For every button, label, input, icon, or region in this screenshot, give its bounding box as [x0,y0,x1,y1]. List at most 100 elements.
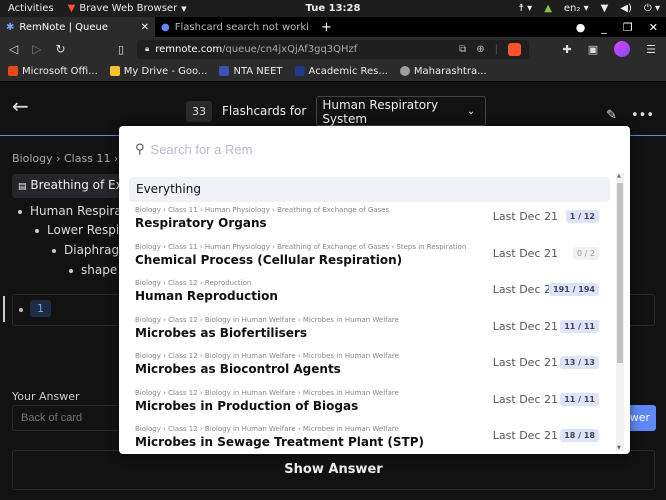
chevron-down-icon: ⌄ [466,106,476,117]
bookmark-label: Academic Res... [308,65,388,77]
card-count: 33 [186,100,212,122]
app-name: Brave Web Browser [79,3,178,14]
scroll-down-icon[interactable]: ▼ [617,445,621,451]
tab-remnote-queue[interactable]: ✱ RemNote | Queue ✕ [0,17,155,37]
tab-search-icon[interactable]: ● [576,21,586,34]
network-icon[interactable]: ▼ [601,3,609,14]
close-window-icon[interactable]: ✕ [649,21,658,34]
url-field[interactable]: 🔒︎ remnote.com/queue/cn4jxQjAf3gq3QHzf ⧉… [137,39,529,59]
bookmark-academic-res[interactable]: Academic Res... [294,65,388,77]
result-count-badge: 191 / 194 [549,283,599,296]
edit-pencil-icon[interactable]: ✎ [606,108,617,123]
reload-icon[interactable]: ↻ [55,42,65,56]
bullet-icon [69,268,73,273]
back-icon[interactable]: ◁ [9,42,18,56]
show-answer-button[interactable]: Show Answer [12,450,655,490]
document-select[interactable]: Human Respiratory System ⌄ [316,96,487,126]
result-count-badge: 18 / 18 [560,429,599,442]
profile-avatar[interactable] [614,41,631,57]
result-count-badge: 0 / 2 [573,246,599,260]
nta-icon [219,66,230,76]
scrollbar-thumb[interactable] [617,183,623,363]
extensions-icon[interactable]: ✚ [563,43,572,56]
search-bar: ⚲ [135,142,571,157]
bookmark-microsoft-office[interactable]: Microsoft Offi... [8,66,98,77]
power-icon[interactable]: ⏻ ▾ [644,3,660,14]
app-indicator-icon[interactable]: ▲ [544,3,552,14]
menu-icon[interactable]: ☰ [646,43,656,56]
window-controls: ● _ ❐ ✕ [576,21,658,34]
bookmark-my-drive[interactable]: My Drive - Goo... [109,65,208,77]
tree-item: Human Respirato [18,204,134,218]
accessibility-icon[interactable]: ☨ ▾ [519,3,533,14]
brave-shields-icon[interactable] [508,42,521,56]
back-arrow-icon[interactable]: ← [12,94,29,118]
result-last-review: Last Dec 21 [492,210,558,223]
scroll-up-icon[interactable]: ▲ [617,173,621,179]
bullet-icon [52,248,56,253]
result-item[interactable]: Biology › Class 12 › Biology in Human We… [129,385,610,422]
tab-strip: ✱ RemNote | Queue ✕ ● Flashcard search n… [0,17,666,37]
result-count-badge: 13 / 13 [560,356,599,369]
result-item[interactable]: Biology › Class 12 › Reproduction Human … [129,275,610,312]
bookmark-label: Microsoft Offi... [22,65,98,77]
bookmark-maharashtra[interactable]: Maharashtra... [399,66,487,77]
results-scrollbar[interactable]: ▲ ▼ [616,173,624,451]
url-host: remnote.com [155,43,223,55]
result-count-badge: 11 / 11 [560,319,599,333]
activities-button[interactable]: Activities [8,3,54,14]
result-item[interactable]: Biology › Class 12 › Biology in Human We… [129,348,610,385]
document-title-text: Breathing of Exc [30,178,122,192]
system-tray: ☨ ▾ ▲ en₂ ▾ ▼ ◀) ⏻ ▾ [519,3,660,14]
result-item[interactable]: Biology › Class 12 › Biology in Human We… [129,312,610,349]
tree-item: Lower Respira [35,223,131,237]
queue-header: 33 Flashcards for Human Respiratory Syst… [186,96,487,126]
flashcards-for-label: Flashcards for [222,104,307,118]
language-indicator[interactable]: en₂ ▾ [564,3,589,14]
drive-icon [109,66,120,76]
brave-logo-icon: ▼ [67,3,76,14]
emblem-icon [399,66,410,76]
header-actions: ✎ ••• [606,108,654,123]
search-results: Everything Biology › Class 11 › Human Ph… [129,177,610,454]
result-last-review: Last Dec 21 [492,392,558,406]
office-icon [8,66,18,76]
wallet-icon[interactable]: ▣ [588,43,598,56]
tab-title: Flashcard search not working [174,21,309,33]
result-last-review: Last Dec 21 [492,246,558,260]
os-top-bar: Activities ▼ Brave Web Browser ▼ Tue 13:… [0,0,666,17]
more-options-icon[interactable]: ••• [631,108,654,123]
r-icon [294,66,305,76]
result-last-review: Last Dec 21 [492,429,558,442]
bookmark-nta-neet[interactable]: NTA NEET [219,66,283,77]
search-input[interactable] [150,142,571,157]
everything-option[interactable]: Everything [129,177,610,202]
nav-buttons: ◁ ▷ ↻ [9,42,66,56]
remnote-favicon-icon: ✱ [6,21,15,33]
result-last-review: Last Dec 21 [492,319,558,333]
bookmark-icon[interactable]: ▯ [118,43,124,56]
bullet-icon [18,209,22,214]
result-item[interactable]: Biology › Class 11 › Human Physiology › … [129,239,610,276]
open-external-icon[interactable]: ⧉ [459,44,466,55]
new-tab-button[interactable]: + [321,20,332,35]
volume-icon[interactable]: ◀) [620,3,632,14]
forward-icon[interactable]: ▷ [32,42,41,56]
bookmarks-bar: Microsoft Offi... My Drive - Goo... NTA … [0,61,666,82]
close-tab-icon[interactable]: ✕ [141,22,149,33]
tab-flashcard-search[interactable]: ● Flashcard search not working [155,17,315,37]
app-menu[interactable]: ▼ Brave Web Browser ▼ [68,3,187,14]
cloze-number: 1 [30,300,51,317]
maximize-icon[interactable]: ❐ [623,21,633,34]
result-item[interactable]: Biology › Class 12 › Biology in Human We… [129,421,610,454]
document-title[interactable]: ▤ Breathing of Exc [12,174,122,198]
lock-icon: 🔒︎ [145,44,150,53]
bookmark-label: My Drive - Goo... [123,65,208,77]
result-item[interactable]: Biology › Class 11 › Human Physiology › … [129,202,610,239]
result-last-review: Last Dec 21 [492,356,558,369]
zoom-icon[interactable]: ⊕ [476,44,484,55]
minimize-icon[interactable]: _ [601,21,607,34]
selected-document: Human Respiratory System [322,98,439,126]
clock[interactable]: Tue 13:28 [306,3,361,14]
result-count-badge: 1 / 12 [565,210,599,223]
